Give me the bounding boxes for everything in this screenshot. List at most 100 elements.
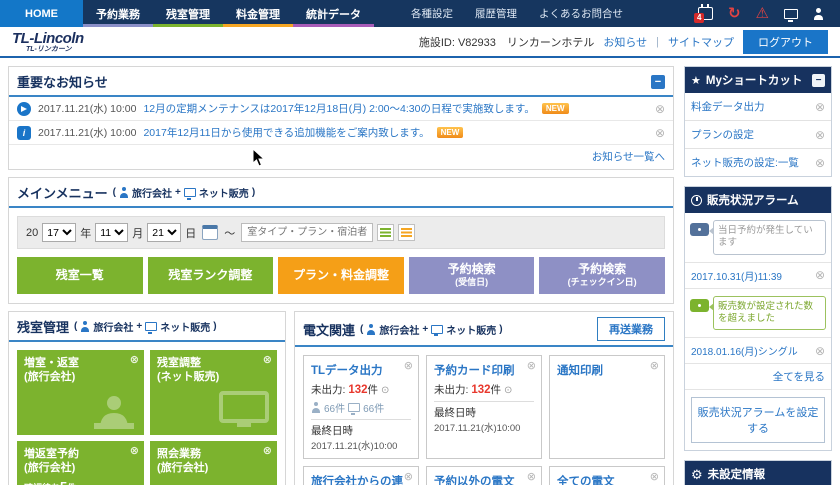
- telegram-panel: 電文関連 ( 旅行会社 + ネット販売 ) 再送業務: [294, 311, 674, 485]
- inquiry-tasks-tile[interactable]: ⊗ 照会業務 (旅行会社): [150, 441, 277, 485]
- tl-lincoln-home: HOME 予約業務 残室管理 料金管理 統計データ 各種設定 履歴管理 よくある…: [0, 0, 840, 485]
- refresh-icon[interactable]: ↻: [728, 6, 741, 21]
- month-select[interactable]: 11: [95, 223, 128, 242]
- close-icon[interactable]: ⊗: [655, 103, 665, 115]
- refresh-mini-icon[interactable]: ⊙: [381, 385, 389, 396]
- alarm-header: 販売状況アラーム: [685, 187, 831, 213]
- room-management-panel: 残室管理 ( 旅行会社 + ネット販売 ) ⊗: [8, 311, 286, 485]
- tab-room-stock[interactable]: 残室管理: [153, 0, 223, 27]
- room-stock-list-button[interactable]: 残室一覧: [17, 257, 143, 294]
- travel-agent-icon: [366, 324, 376, 335]
- reservation-search-checkin-button[interactable]: 予約検索 (チェックイン日): [539, 257, 665, 294]
- room-adjust-tile[interactable]: ⊗ 残室調整 (ネット販売): [150, 350, 277, 435]
- close-icon[interactable]: ⊗: [815, 129, 825, 141]
- close-icon[interactable]: ⊗: [527, 470, 536, 483]
- notice-link[interactable]: 12月の定期メンテナンスは2017年12月18日(月) 2:00～4:30の日程…: [143, 101, 534, 116]
- tab-rates[interactable]: 料金管理: [223, 0, 293, 27]
- user-icon[interactable]: [813, 8, 824, 20]
- close-icon[interactable]: ⊗: [130, 444, 139, 458]
- warning-icon[interactable]: ⚠: [756, 6, 769, 21]
- close-icon[interactable]: ⊗: [815, 157, 825, 169]
- notice-link[interactable]: 2017年12月11日から使用できる追加機能をご案内致します。: [143, 125, 429, 140]
- alarm-settings-button[interactable]: 販売状況アラームを設定する: [691, 397, 825, 443]
- day-select[interactable]: 21: [147, 223, 181, 242]
- close-icon[interactable]: ⊗: [404, 359, 413, 372]
- notices-title: 重要なお知らせ: [17, 72, 108, 91]
- net-sales-icon: [348, 403, 360, 412]
- tab-settings[interactable]: 各種設定: [400, 0, 464, 27]
- close-icon[interactable]: ⊗: [815, 101, 825, 113]
- unset-info-title: 未設定情報: [708, 466, 766, 482]
- collapse-button[interactable]: −: [812, 74, 825, 87]
- close-icon[interactable]: ⊗: [655, 127, 665, 139]
- calendar-badge: 4: [694, 13, 704, 23]
- close-icon[interactable]: ⊗: [650, 359, 659, 372]
- card-title-link[interactable]: 予約以外の電文: [434, 473, 534, 485]
- orange-list-button[interactable]: [398, 224, 415, 241]
- shortcut-link[interactable]: 料金データ出力: [691, 99, 765, 114]
- card-title-link[interactable]: TLデータ出力: [311, 362, 411, 378]
- logout-button[interactable]: ログアウト: [743, 30, 828, 54]
- collapse-button[interactable]: −: [651, 75, 665, 89]
- view-all-link[interactable]: 全てを見る: [773, 371, 825, 383]
- reservation-search-received-button[interactable]: 予約検索 (受信日): [409, 257, 535, 294]
- notices-footer: お知らせ一覧へ: [9, 145, 673, 169]
- card-title-link[interactable]: 旅行会社からの連絡: [311, 473, 411, 485]
- logo-text: TL-Lincoln: [12, 31, 84, 46]
- alarm-date-link[interactable]: 2017.10.31(月)11:39: [691, 268, 782, 283]
- notification-print-card: ⊗ 通知印刷: [549, 355, 665, 459]
- add-return-rooms-tile[interactable]: ⊗ 増室・返室 (旅行会社): [17, 350, 144, 435]
- day-unit: 日: [185, 225, 196, 241]
- card-title-link[interactable]: 全ての電文: [557, 473, 657, 485]
- tilde-label: ～: [224, 225, 235, 241]
- notice-row: 2017.11.21(水) 10:00 12月の定期メンテナンスは2017年12…: [9, 97, 673, 121]
- alarm-title: 販売状況アラーム: [707, 192, 799, 208]
- room-rank-adjust-button[interactable]: 残室ランク調整: [148, 257, 274, 294]
- monitor-icon[interactable]: [784, 9, 798, 19]
- year-select[interactable]: 17: [42, 223, 76, 242]
- tab-history[interactable]: 履歴管理: [464, 0, 528, 27]
- search-input[interactable]: [241, 223, 373, 242]
- sitemap-link[interactable]: サイトマップ: [668, 34, 734, 50]
- shortcut-link[interactable]: プランの設定: [691, 127, 754, 142]
- close-icon[interactable]: ⊗: [527, 359, 536, 372]
- tile-stats: 確認待ち5件 失敗待ち1件: [24, 478, 137, 485]
- refresh-mini-icon[interactable]: ⊙: [504, 385, 512, 396]
- room-management-header: 残室管理 ( 旅行会社 + ネット販売 ): [9, 312, 285, 342]
- plan-rate-adjust-button[interactable]: プラン・料金調整: [278, 257, 404, 294]
- bottom-row: 残室管理 ( 旅行会社 + ネット販売 ) ⊗: [8, 311, 674, 485]
- close-icon[interactable]: ⊗: [130, 353, 139, 367]
- tab-faq[interactable]: よくあるお問合せ: [528, 0, 634, 27]
- unset-info-header: ⚙ 未設定情報: [685, 461, 831, 485]
- resend-tasks-button[interactable]: 再送業務: [597, 317, 665, 341]
- close-icon[interactable]: ⊗: [650, 470, 659, 483]
- header-right: 施設ID: V82933 リンカーンホテル お知らせ | サイトマップ ログアウ…: [419, 30, 828, 54]
- logo-subtext: TL-リンカーン: [26, 46, 84, 53]
- close-icon[interactable]: ⊗: [263, 444, 272, 458]
- datepicker-icon[interactable]: [202, 225, 218, 240]
- close-icon[interactable]: ⊗: [263, 353, 272, 367]
- card-title-link[interactable]: 予約カード印刷: [434, 362, 534, 378]
- add-return-reservation-tile[interactable]: ⊗ 増返室予約 (旅行会社) 確認待ち5件 失敗待ち1件: [17, 441, 144, 485]
- shortcut-link[interactable]: ネット販売の設定:一覧: [691, 155, 799, 170]
- tab-home[interactable]: HOME: [0, 0, 83, 27]
- main-menu-buttons: 残室一覧 残室ランク調整 プラン・料金調整 予約検索 (受信日) 予約検索 (チ…: [9, 257, 673, 303]
- sales-alarm-panel: 販売状況アラーム 当日予約が発生しています 2017.10.31(月)11:39…: [684, 186, 832, 451]
- green-list-button[interactable]: [377, 224, 394, 241]
- notices-list-link[interactable]: お知らせ一覧へ: [592, 151, 665, 163]
- sidebar: ★ Myショートカット − 料金データ出力 ⊗ プランの設定 ⊗ ネット販売の設…: [684, 66, 832, 485]
- close-icon[interactable]: ⊗: [815, 269, 825, 281]
- year-unit: 年: [80, 225, 91, 241]
- star-icon: ★: [691, 74, 701, 87]
- net-sales-icon: [145, 322, 157, 331]
- close-icon[interactable]: ⊗: [404, 470, 413, 483]
- alarm-item: 当日予約が発生しています: [685, 213, 831, 262]
- tab-reservation[interactable]: 予約業務: [83, 0, 153, 27]
- alarm-date-link[interactable]: 2018.01.16(月)シングル: [691, 343, 798, 358]
- header-notice-link[interactable]: お知らせ: [603, 34, 647, 50]
- close-icon[interactable]: ⊗: [815, 345, 825, 357]
- card-title-link[interactable]: 通知印刷: [557, 362, 657, 378]
- my-shortcuts-panel: ★ Myショートカット − 料金データ出力 ⊗ プランの設定 ⊗ ネット販売の設…: [684, 66, 832, 177]
- tab-statistics[interactable]: 統計データ: [293, 0, 374, 27]
- calendar-icon[interactable]: 4: [698, 7, 713, 20]
